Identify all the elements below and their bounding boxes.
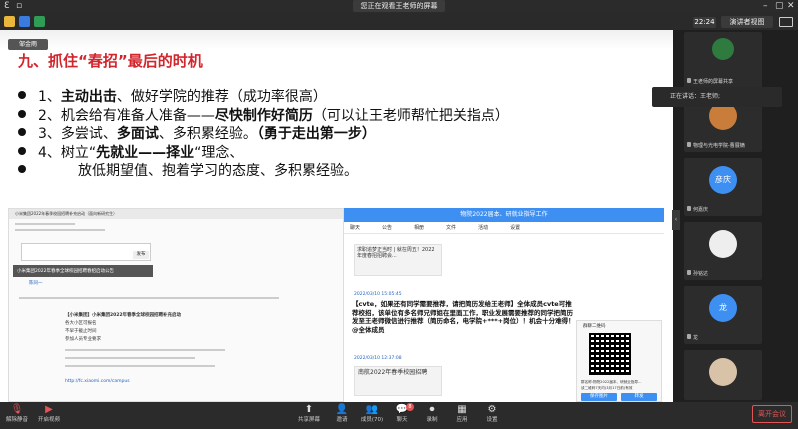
participant-tile[interactable]: 彦庆 何嘉庆 [684, 158, 762, 216]
share-status: 您正在观看王老师的屏幕 [353, 0, 445, 12]
bullet-item: 4、树立“先就业——择业“理念、 [18, 144, 668, 163]
record-icon: ⏺ [429, 404, 435, 415]
bullet-item: 1、主动出击、做好学院的推荐（成功率很高） [18, 88, 668, 107]
meeting-toolbar [0, 13, 798, 30]
link-card[interactable]: 南航2022年春季校园招聘 [354, 366, 442, 396]
control-bar: 🎙 解除静音 ▶ 开启视频 ⬆ 共享屏幕 👤 邀请 👥 成员(70) 💬 聊天 8 ⏺ 录制 … [0, 402, 798, 429]
avatar [709, 230, 737, 258]
invite-icon: 👤 [335, 404, 349, 415]
forward-button[interactable]: 转发 [621, 393, 657, 401]
avatar [712, 38, 734, 60]
participant-tile[interactable]: 孙铭达 [684, 222, 762, 280]
leave-meeting-button[interactable]: 离开会议 [752, 405, 792, 423]
avatar: 彦庆 [709, 166, 737, 194]
participants-panel: 王老师的屏幕共享 物理与光电学院-曹展镝 彦庆 何嘉庆 孙铭达 龙 龙 [680, 30, 798, 402]
slide-bullets: 1、主动出击、做好学院的推荐（成功率很高） 2、机会给有准备人准备——尽快制作好… [18, 88, 668, 181]
title-bar: Ɛ ▫ 您正在观看王老师的屏幕 – ▢ ✕ [0, 0, 798, 13]
fullscreen-icon[interactable] [779, 17, 793, 27]
chat-title: 物院2022届本、研就业指导工作 [344, 208, 664, 222]
mic-off-icon: 🎙 [10, 404, 24, 415]
camera-off-icon: ▶ [45, 404, 53, 415]
info-icon[interactable] [4, 16, 15, 27]
shared-screen: 邹金雨 九、抓住“春招”最后的时机 1、主动出击、做好学院的推荐（成功率很高） … [0, 30, 673, 402]
members-icon: 👥 [365, 404, 379, 415]
post-link[interactable]: http://fc.xiaomi.com/campus [65, 379, 130, 385]
invite-button[interactable]: 👤 邀请 [327, 404, 357, 428]
post-author: 陈同一 [29, 281, 43, 286]
avatar: 龙 [709, 294, 737, 322]
embedded-post-screenshot: 小米集团2022年春季校园招聘补充启动（面向新研究生） 发布 小米集团2022年… [8, 208, 344, 402]
link-card[interactable]: 求职追梦正当时 | 就在周五！2022年度春招招聘会... [354, 244, 442, 276]
share-screen-icon: ⬆ [304, 404, 314, 415]
settings-button[interactable]: ⚙ 设置 [477, 404, 507, 428]
speaker-tag: 邹金雨 [8, 39, 48, 50]
tray-icon: ▫ [16, 1, 23, 11]
bullet-item: 放低期望值、抱着学习的态度、多积累经验。 [18, 162, 668, 181]
publish-button[interactable]: 发布 [133, 251, 149, 259]
participant-tile[interactable]: 龙 龙 [684, 286, 762, 344]
embedded-chat-screenshot: 物院2022届本、研就业指导工作 聊天 公告 相册 文件 活动 设置 求职追梦正当时 | … [344, 208, 664, 402]
view-mode-button[interactable]: 演讲者视图 [721, 16, 773, 28]
comment-box[interactable] [21, 243, 151, 261]
close-icon[interactable]: ✕ [787, 1, 795, 12]
participant-tile[interactable] [684, 350, 762, 400]
chat-tabs: 聊天 公告 相册 文件 活动 设置 [344, 222, 664, 234]
avatar [709, 358, 737, 386]
security-icon[interactable] [19, 16, 30, 27]
meeting-timer: 22:24 [693, 17, 716, 28]
app-logo-icon: Ɛ [4, 1, 10, 11]
speaking-indicator: 正在讲话：王老师; [652, 87, 782, 107]
signal-icon[interactable] [34, 16, 45, 27]
maximize-icon[interactable]: ▢ [775, 1, 784, 12]
qr-code-icon [589, 333, 631, 375]
chat-badge: 8 [406, 403, 414, 411]
slide-title: 九、抓住“春招”最后的时机 [18, 52, 203, 70]
panel-collapse-handle[interactable]: ‹ [672, 210, 680, 230]
minimize-icon[interactable]: – [763, 1, 768, 12]
participant-tile[interactable]: 王老师的屏幕共享 [684, 32, 762, 90]
video-button[interactable]: ▶ 开启视频 [34, 404, 64, 428]
gear-icon: ⚙ [487, 404, 497, 415]
bullet-item: 2、机会给有准备人准备——尽快制作好简历（可以让王老师帮忙把关指点） [18, 107, 668, 126]
share-screen-button[interactable]: ⬆ 共享屏幕 [294, 404, 324, 428]
save-image-button[interactable]: 保存图片 [581, 393, 617, 401]
chat-message: 【cvte，如果还有同学需要推荐，请把简历发给王老师】全体成员cvte可推荐校招… [352, 300, 575, 334]
post-header: 小米集团2022年春季校园招聘补充启动（面向新研究生） [9, 209, 343, 219]
apps-icon: ▦ [457, 404, 467, 415]
record-button[interactable]: ⏺ 录制 [417, 404, 447, 428]
members-button[interactable]: 👥 成员(70) [357, 404, 387, 428]
apps-button[interactable]: ▦ 应用 [447, 404, 477, 428]
bullet-item: 3、多尝试、多面试、多积累经验。（勇于走出第一步） [18, 125, 668, 144]
group-qr-panel: 群聊二维码 群名称:物院2022届本、研就业指导... 该二维码7天内(3月17… [576, 320, 662, 402]
unmute-button[interactable]: 🎙 解除静音 [2, 404, 32, 428]
